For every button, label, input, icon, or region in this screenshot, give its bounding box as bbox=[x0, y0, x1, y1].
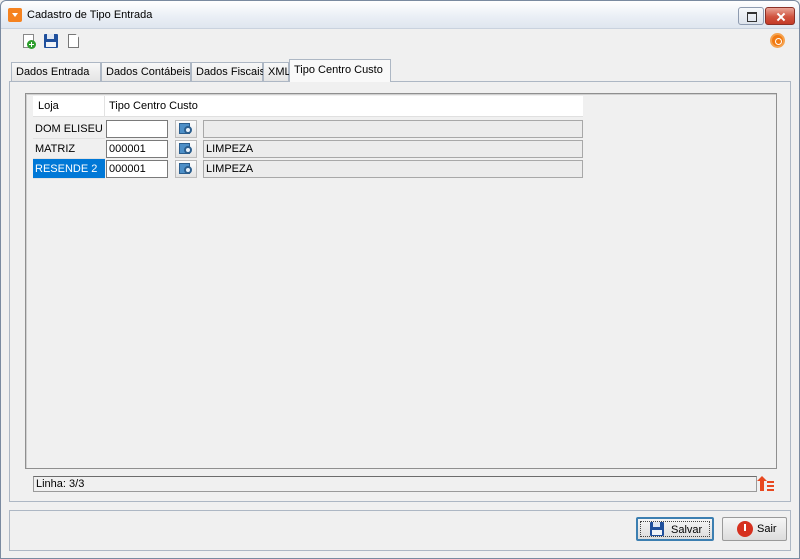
tab-tipo-centro-custo[interactable]: Tipo Centro Custo bbox=[289, 59, 391, 82]
copy-document-icon[interactable] bbox=[65, 33, 81, 49]
save-button[interactable]: Salvar bbox=[636, 517, 714, 541]
column-header-tipo-centro-custo[interactable]: Tipo Centro Custo bbox=[105, 96, 583, 117]
exit-button-label: Sair bbox=[757, 523, 777, 535]
tab-dados-fiscais[interactable]: Dados Fiscais bbox=[191, 62, 265, 81]
tab-dados-entrada[interactable]: Dados Entrada bbox=[11, 62, 101, 81]
exit-icon bbox=[737, 521, 753, 537]
centro-custo-description: LIMPEZA bbox=[203, 160, 583, 178]
maximize-button[interactable] bbox=[738, 7, 764, 25]
tab-dados-contabeis[interactable]: Dados Contábeis bbox=[101, 62, 191, 81]
main-window: Cadastro de Tipo Entrada Dados Entrada D… bbox=[0, 0, 800, 559]
app-icon[interactable] bbox=[8, 8, 22, 22]
save-icon[interactable] bbox=[43, 33, 59, 49]
centro-custo-code-input[interactable] bbox=[106, 120, 168, 138]
title-bar[interactable]: Cadastro de Tipo Entrada bbox=[1, 1, 799, 29]
help-icon[interactable] bbox=[770, 33, 785, 48]
save-button-label: Salvar bbox=[671, 524, 703, 536]
centro-custo-description: LIMPEZA bbox=[203, 140, 583, 158]
column-header-loja[interactable]: Loja bbox=[33, 96, 105, 117]
centro-custo-description bbox=[203, 120, 583, 138]
table-row[interactable]: DOM ELISEU bbox=[33, 119, 583, 139]
centro-custo-code-input[interactable] bbox=[106, 160, 168, 178]
new-document-icon[interactable] bbox=[21, 33, 37, 49]
search-lookup-button[interactable] bbox=[175, 120, 197, 138]
sort-icon[interactable] bbox=[757, 476, 775, 493]
search-lookup-button[interactable] bbox=[175, 160, 197, 178]
cell-loja[interactable]: RESENDE 2 bbox=[33, 159, 105, 179]
window-title: Cadastro de Tipo Entrada bbox=[27, 9, 153, 21]
grid-header: Loja Tipo Centro Custo bbox=[33, 96, 583, 117]
save-icon bbox=[650, 522, 666, 538]
table-row[interactable]: MATRIZ LIMPEZA bbox=[33, 139, 583, 159]
cell-loja[interactable]: DOM ELISEU bbox=[33, 119, 105, 139]
search-lookup-button[interactable] bbox=[175, 140, 197, 158]
exit-button[interactable]: Sair bbox=[722, 517, 787, 541]
centro-custo-code-input[interactable] bbox=[106, 140, 168, 158]
cell-loja[interactable]: MATRIZ bbox=[33, 139, 105, 159]
close-button[interactable] bbox=[765, 7, 795, 25]
table-row[interactable]: RESENDE 2 LIMPEZA bbox=[33, 159, 583, 179]
status-bar: Linha: 3/3 bbox=[33, 476, 757, 492]
tab-xml[interactable]: XML bbox=[263, 62, 291, 81]
